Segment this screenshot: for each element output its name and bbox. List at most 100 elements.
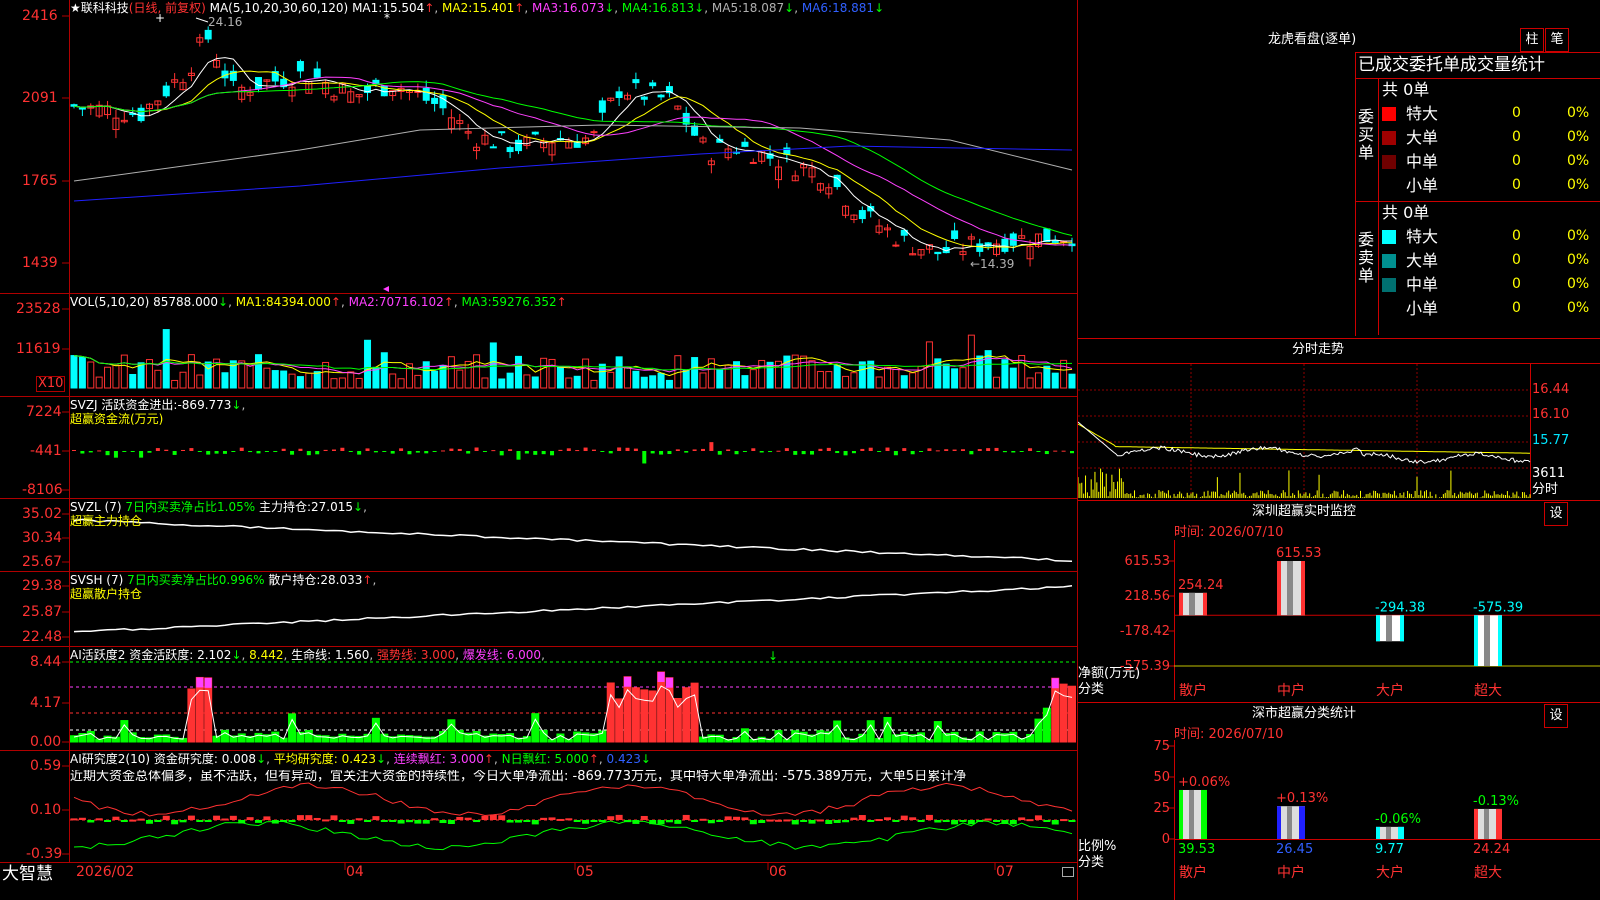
- activity-peak: [624, 676, 632, 687]
- sell-row: 特大 0 0%: [1382, 226, 1600, 248]
- y-tick-vol-1: 11619: [16, 341, 61, 357]
- research-bar: [582, 820, 590, 824]
- fund-flow-bar: [491, 450, 496, 452]
- research-bar: [1068, 820, 1076, 822]
- volume-bar: [842, 375, 850, 389]
- fund-flow-bar: [826, 447, 831, 451]
- candle-body: [615, 91, 623, 98]
- fund-flow-bar: [1011, 451, 1016, 453]
- fund-flow-bar: [181, 449, 186, 451]
- activity-bar: [371, 717, 380, 743]
- buy-row: 大单 0 0%: [1382, 127, 1600, 149]
- classstat-chart[interactable]: 75 50 25 0 +0.06% 39.53 散户 +0.13% 26.45 中户 -0.06% 9…: [1078, 740, 1600, 900]
- research-bar: [1060, 819, 1068, 822]
- research-bar: [431, 818, 439, 821]
- fund-flow-bar: [407, 451, 412, 455]
- candle-body: [506, 147, 514, 153]
- sell-row: 小单 0 0%: [1382, 298, 1600, 320]
- ma1-value: 15.504: [382, 1, 425, 15]
- fund-flow-bar: [164, 449, 169, 451]
- tick-view-button[interactable]: 笔: [1545, 28, 1569, 52]
- y-tick-ai2-2: -0.39: [26, 846, 63, 862]
- ma2-arrow: ↑: [514, 1, 525, 15]
- buy-row-pct: 0%: [1567, 105, 1590, 121]
- buy-row-name: 中单: [1406, 152, 1439, 171]
- buy-row-count: 0: [1512, 105, 1521, 121]
- research-bar: [78, 817, 86, 820]
- research-bar: [774, 819, 782, 822]
- sell-row-count: 0: [1512, 300, 1521, 316]
- buy-row-pct: 0%: [1567, 129, 1590, 145]
- ma-label: MA(5,10,20,30,60,120): [209, 1, 349, 15]
- monitor-bar-edge: [1277, 561, 1281, 616]
- research-bar: [590, 820, 598, 822]
- main-holding-line: [73, 518, 1073, 563]
- activity-bar: [791, 730, 800, 743]
- monitor-settings-button[interactable]: 设: [1544, 502, 1568, 526]
- fund-flow-bar: [139, 451, 144, 458]
- classstat-settings-button[interactable]: 设: [1544, 704, 1568, 728]
- candle-body: [296, 61, 304, 72]
- lock-icon[interactable]: [1062, 867, 1074, 877]
- activity-bar: [657, 671, 666, 743]
- activity-bar: [1068, 685, 1076, 743]
- fund-flow-bar: [399, 448, 404, 451]
- fund-flow-bar: [633, 448, 638, 451]
- sell-total: 共 0单: [1382, 203, 1430, 222]
- classstat-y-tick-label: 25: [1153, 801, 1170, 816]
- vol-ma2-name: MA2:: [348, 295, 379, 309]
- star-icon[interactable]: ★: [70, 1, 81, 15]
- fund-flow-bar: [1044, 451, 1049, 455]
- stock-name[interactable]: 联科科技: [81, 1, 129, 15]
- volume-bar: [1068, 373, 1076, 389]
- activity-bar: [1042, 707, 1051, 743]
- activity-bar: [447, 719, 456, 743]
- fenshi-chart[interactable]: [1078, 364, 1600, 500]
- fund-flow-bar: [290, 451, 295, 455]
- vol-label: VOL(5,10,20): [70, 295, 150, 309]
- monitor-chart[interactable]: 615.53 218.56 -178.42 -575.39 254.24 散户 615.53…: [1078, 540, 1600, 700]
- fund-flow-bar: [147, 451, 152, 453]
- research-bar: [104, 820, 112, 822]
- classstat-y-tick-label: 50: [1153, 770, 1170, 785]
- fund-flow-bar: [516, 451, 521, 460]
- research-bar: [925, 814, 933, 820]
- monitor-time: 时间: 2026/07/10: [1174, 525, 1284, 540]
- fund-flow-bar: [239, 447, 244, 451]
- classstat-category-label: 大户: [1376, 864, 1404, 881]
- fund-flow-bar: [734, 451, 739, 455]
- monitor-bar: [1277, 561, 1305, 616]
- x-label-4: 07: [996, 864, 1014, 880]
- activity-bar: [740, 728, 749, 743]
- svzj-header: SVZJ 活跃资金进出:-869.773↓,: [70, 398, 246, 412]
- vol-unit-badge[interactable]: X10: [36, 376, 66, 392]
- fund-flow-bar: [357, 451, 362, 455]
- activity-peak: [196, 677, 204, 688]
- volume-bar: [607, 371, 615, 389]
- candle-body: [749, 161, 757, 164]
- classstat-bar-edge: [1376, 826, 1380, 839]
- research-bar: [229, 815, 237, 820]
- research-bar: [842, 820, 850, 823]
- svsh-sub: 超赢散户持仓: [70, 587, 143, 601]
- legend-swatch: [1382, 230, 1396, 244]
- research-bar: [439, 820, 447, 824]
- volume-bar: [347, 371, 355, 389]
- research-bar: [1009, 820, 1017, 825]
- volume-bar: [573, 375, 581, 389]
- fund-flow-bar: [583, 447, 588, 451]
- fund-flow-bar: [449, 448, 454, 451]
- fund-flow-bar: [776, 450, 781, 452]
- research-bar: [917, 820, 925, 822]
- svsh-header: SVSH (7) 7日内买卖净占比0.996% 散户持仓:28.033↑,: [70, 573, 377, 587]
- classstat-bar: [1277, 806, 1305, 839]
- fund-flow-bar: [709, 442, 714, 451]
- ai2-label: AI研究度2(10): [70, 752, 151, 766]
- classstat-bar-shade: [1484, 808, 1489, 839]
- fund-flow-bar: [97, 450, 102, 452]
- bar-view-button[interactable]: 柱: [1520, 28, 1544, 52]
- research-bar: [305, 815, 313, 820]
- x-label-1: 04: [346, 864, 364, 880]
- period-mode[interactable]: (日线, 前复权): [129, 1, 206, 15]
- fund-flow-bar: [222, 451, 227, 454]
